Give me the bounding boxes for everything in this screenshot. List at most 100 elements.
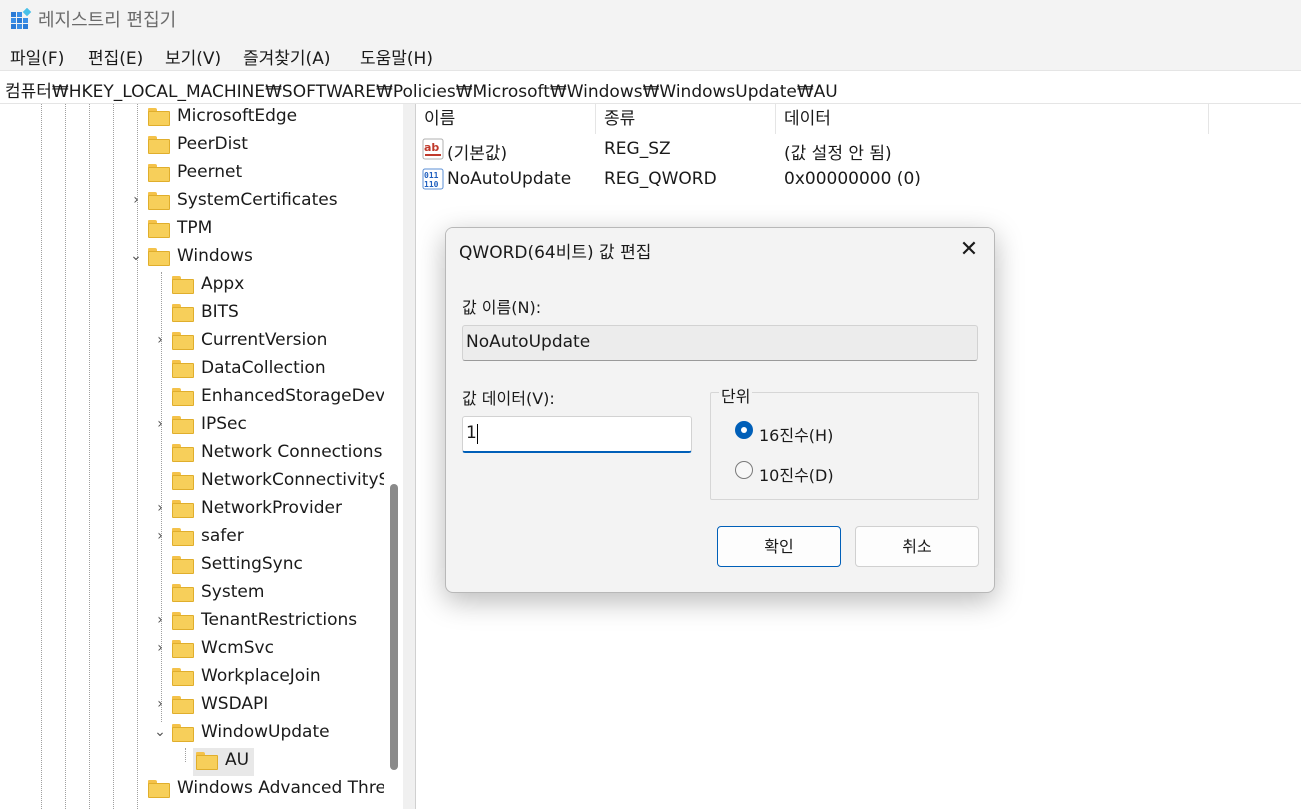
tree-item-microsoftedge[interactable]: MicrosoftEdge — [130, 104, 390, 132]
tree-item-workplacejoin[interactable]: WorkplaceJoin — [154, 664, 390, 692]
value-name: (기본값) — [447, 144, 508, 164]
folder-icon — [172, 276, 194, 294]
value-data-input[interactable]: 1 — [462, 416, 692, 453]
value-type: REG_SZ — [604, 139, 671, 159]
menu-help[interactable]: 도움말(H) — [360, 44, 433, 69]
base-group-label: 단위 — [719, 383, 753, 407]
dec-radio[interactable] — [735, 461, 753, 479]
tree-item-label: System — [201, 582, 265, 602]
folder-icon — [172, 528, 194, 546]
column-header-name[interactable]: 이름 — [416, 104, 596, 134]
key-tree[interactable]: MicrosoftEdge PeerDist Peernet › SystemC… — [0, 104, 403, 809]
value-data-text: 1 — [466, 423, 477, 443]
value-name: NoAutoUpdate — [447, 169, 572, 189]
hex-radio-label[interactable]: 16진수(H) — [759, 422, 833, 446]
tree-item-network-connections[interactable]: Network Connections — [154, 440, 390, 468]
hex-radio[interactable] — [735, 421, 753, 439]
chevron-right-icon[interactable]: › — [153, 696, 167, 712]
tree-item-wcmsvc[interactable]: › WcmSvc — [154, 636, 390, 664]
close-icon[interactable]: ✕ — [952, 234, 986, 266]
tree-item-tpm[interactable]: TPM — [130, 216, 390, 244]
value-name-field[interactable]: NoAutoUpdate — [462, 325, 978, 361]
tree-item-label: Windows Advanced Thre — [177, 778, 386, 798]
tree-item-peerdist[interactable]: PeerDist — [130, 132, 390, 160]
menu-favorites[interactable]: 즐겨찾기(A) — [243, 44, 330, 69]
folder-icon — [148, 136, 170, 154]
tree-item-enhancedstoragedevices[interactable]: EnhancedStorageDevic — [154, 384, 399, 412]
menu-file[interactable]: 파일(F) — [10, 44, 64, 69]
folder-icon — [148, 192, 170, 210]
folder-icon — [148, 108, 170, 126]
dialog-title: QWORD(64비트) 값 편집 — [459, 243, 652, 263]
tree-item-label: AU — [222, 750, 253, 770]
tree-item-settingsync[interactable]: SettingSync — [154, 552, 390, 580]
value-type: REG_QWORD — [604, 169, 717, 189]
folder-icon — [172, 556, 194, 574]
ok-button[interactable]: 확인 — [717, 526, 841, 567]
folder-icon — [148, 248, 170, 266]
chevron-right-icon[interactable]: › — [153, 416, 167, 432]
tree-item-label: Windows — [177, 246, 253, 266]
folder-icon — [196, 752, 218, 770]
folder-icon — [148, 164, 170, 182]
tree-scrollbar-thumb[interactable] — [390, 484, 398, 770]
tree-item-wsdapi[interactable]: › WSDAPI — [154, 692, 390, 720]
tree-item-label: WindowUpdate — [201, 722, 330, 742]
value-name-label: 값 이름(N): — [462, 298, 542, 317]
tree-item-safer[interactable]: › safer — [154, 524, 390, 552]
tree-item-datacollection[interactable]: DataCollection — [154, 356, 390, 384]
address-bar[interactable]: 컴퓨터₩HKEY_LOCAL_MACHINE₩SOFTWARE₩Policies… — [0, 70, 1301, 104]
tree-item-label: BITS — [201, 302, 239, 322]
tree-item-networkprovider[interactable]: › NetworkProvider — [154, 496, 390, 524]
edit-qword-dialog: QWORD(64비트) 값 편집 ✕ 값 이름(N): NoAutoUpdate… — [445, 227, 995, 593]
value-data: (값 설정 안 됨) — [784, 144, 892, 164]
value-data: 0x00000000 (0) — [784, 169, 921, 189]
tree-item-ipsec[interactable]: › IPSec — [154, 412, 390, 440]
tree-item-label: TPM — [177, 218, 213, 238]
list-item-noautoupdate[interactable]: 011 110 NoAutoUpdate REG_QWORD 0x0000000… — [416, 166, 1301, 194]
folder-icon — [172, 360, 194, 378]
window-title: 레지스트리 편집기 — [38, 10, 177, 31]
folder-icon — [172, 388, 194, 406]
tree-item-tenantrestrictions[interactable]: › TenantRestrictions — [154, 608, 390, 636]
tree-item-label: TenantRestrictions — [201, 610, 358, 630]
tree-item-label: SystemCertificates — [177, 190, 338, 210]
tree-item-windowupdate[interactable]: ⌄ WindowUpdate — [154, 720, 390, 748]
column-header-data[interactable]: 데이터 — [776, 104, 1209, 134]
tree-item-windows[interactable]: ⌄ Windows — [130, 244, 390, 272]
cancel-button[interactable]: 취소 — [855, 526, 979, 567]
tree-item-label: IPSec — [201, 414, 247, 434]
tree-item-bits[interactable]: BITS — [154, 300, 390, 328]
value-name-text: NoAutoUpdate — [466, 332, 591, 352]
tree-item-au-selected[interactable]: AU — [178, 748, 254, 776]
tree-item-systemcertificates[interactable]: › SystemCertificates — [130, 188, 390, 216]
tree-item-networkconnectivitystatus[interactable]: NetworkConnectivitySt — [154, 468, 396, 496]
pane-splitter[interactable] — [403, 104, 416, 809]
dec-radio-label[interactable]: 10진수(D) — [759, 462, 834, 486]
chevron-down-icon[interactable]: ⌄ — [153, 724, 167, 740]
folder-icon — [172, 612, 194, 630]
tree-item-appx[interactable]: Appx — [154, 272, 390, 300]
tree-item-system[interactable]: System — [154, 580, 390, 608]
chevron-down-icon[interactable]: ⌄ — [129, 248, 143, 264]
chevron-right-icon[interactable]: › — [153, 332, 167, 348]
tree-item-windows-advanced-threat[interactable]: Windows Advanced Thre — [130, 776, 390, 804]
tree-item-peernet[interactable]: Peernet — [130, 160, 390, 188]
tree-item-label: DataCollection — [201, 358, 326, 378]
column-header-type[interactable]: 종류 — [596, 104, 776, 134]
folder-icon — [172, 472, 194, 490]
chevron-right-icon[interactable]: › — [153, 640, 167, 656]
menu-view[interactable]: 보기(V) — [165, 44, 221, 69]
menu-edit[interactable]: 편집(E) — [88, 44, 143, 69]
tree-item-label: WcmSvc — [201, 638, 274, 658]
tree-item-currentversion[interactable]: › CurrentVersion — [154, 328, 390, 356]
address-path[interactable]: 컴퓨터₩HKEY_LOCAL_MACHINE₩SOFTWARE₩Policies… — [5, 77, 838, 102]
chevron-right-icon[interactable]: › — [153, 500, 167, 516]
list-item-default-value[interactable]: ab (기본값) REG_SZ (값 설정 안 됨) — [416, 136, 1301, 164]
chevron-right-icon[interactable]: › — [129, 192, 143, 208]
folder-icon — [148, 220, 170, 238]
chevron-right-icon[interactable]: › — [153, 528, 167, 544]
dialog-title-bar[interactable]: QWORD(64비트) 값 편집 ✕ — [446, 228, 994, 272]
tree-item-label: EnhancedStorageDevic — [201, 386, 400, 406]
chevron-right-icon[interactable]: › — [153, 612, 167, 628]
